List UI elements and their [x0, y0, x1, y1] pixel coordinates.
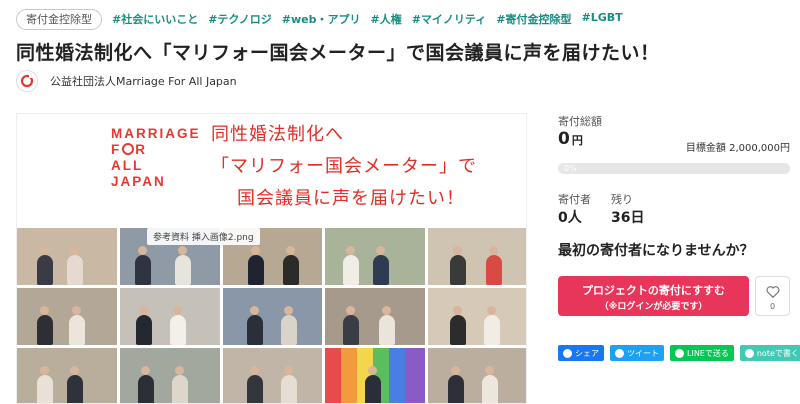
progress-bar: 0%	[558, 163, 790, 174]
donation-sidebar: 寄付総額 0円 目標金額 2,000,000円 0% 寄付者 0人 残り 36日…	[558, 113, 800, 361]
organizer[interactable]: 公益社団法人Marriage For All Japan	[16, 70, 237, 92]
heart-icon	[766, 286, 779, 299]
logo-ring-icon	[122, 143, 135, 155]
note-share-button[interactable]: noteで書く	[739, 345, 800, 361]
line-share-button[interactable]: LINEで送る	[670, 345, 734, 361]
note-icon	[744, 348, 754, 358]
type-badge[interactable]: 寄付金控除型	[16, 8, 102, 30]
photo	[222, 288, 323, 345]
page-title: 同性婚法制化へ「マリフォー国会メーター」で国会議員に声を届けたい！	[16, 42, 660, 64]
goal-amount: 目標金額 2,000,000円	[685, 143, 790, 154]
photo	[119, 288, 220, 345]
total-value: 0	[558, 129, 570, 149]
photo	[325, 228, 426, 285]
org-logo-icon	[16, 70, 38, 92]
facebook-share-button[interactable]: シェア	[558, 345, 604, 361]
photo	[428, 348, 526, 403]
favorite-button[interactable]: 0	[755, 276, 790, 316]
hero-image: MARRIAGE FR ALL JAPAN 同性婚法制化へ 「マリフォー国会メー…	[16, 113, 527, 404]
hero-headline-2: 「マリフォー国会メーター」で	[211, 156, 477, 177]
stats: 寄付者 0人 残り 36日	[558, 191, 644, 227]
tag-link[interactable]: #LGBT	[582, 11, 623, 27]
image-tooltip: 参考資料 挿入画像2.png	[147, 228, 260, 245]
tag-link[interactable]: #web・アプリ	[282, 11, 361, 27]
progress-percent: 0%	[564, 164, 577, 173]
photo-collage	[17, 228, 526, 403]
donate-button[interactable]: プロジェクトの寄付にすすむ （※ログインが必要です）	[558, 276, 749, 316]
tag-link[interactable]: #寄付金控除型	[496, 11, 571, 27]
total-row: 0円 目標金額 2,000,000円	[558, 129, 790, 154]
facebook-icon	[563, 348, 572, 358]
tag-link[interactable]: #人権	[371, 11, 402, 27]
tag-list: #社会にいいこと #テクノロジ #web・アプリ #人権 #マイノリティ #寄付…	[112, 11, 623, 27]
line-icon	[675, 348, 684, 358]
photo	[222, 348, 323, 403]
tag-link[interactable]: #テクノロジ	[208, 11, 272, 27]
favorite-count: 0	[769, 302, 776, 311]
twitter-share-button[interactable]: ツイート	[610, 345, 664, 361]
photo	[17, 348, 117, 403]
photo	[428, 228, 526, 285]
remaining-stat: 残り 36日	[611, 193, 645, 226]
photo	[17, 288, 117, 345]
mfaj-logo: MARRIAGE FR ALL JAPAN	[111, 126, 201, 189]
total-unit: 円	[571, 134, 583, 147]
photo	[428, 288, 526, 345]
photo	[17, 228, 117, 285]
cta-heading: 最初の寄付者になりませんか？	[558, 243, 754, 259]
donors-stat: 寄付者 0人	[558, 193, 591, 226]
share-buttons: シェア ツイート LINEで送る noteで書く	[558, 345, 800, 361]
hero-headline-3: 国会議員に声を届けたい！	[237, 188, 465, 209]
total-label: 寄付総額	[558, 115, 602, 128]
photo	[119, 348, 220, 403]
photo	[325, 288, 426, 345]
twitter-icon	[615, 348, 624, 358]
hero-headline-1: 同性婚法制化へ	[211, 124, 344, 145]
tag-link[interactable]: #マイノリティ	[412, 11, 487, 27]
org-name[interactable]: 公益社団法人Marriage For All Japan	[50, 73, 237, 89]
tag-bar: 寄付金控除型 #社会にいいこと #テクノロジ #web・アプリ #人権 #マイノ…	[16, 8, 623, 30]
tag-link[interactable]: #社会にいいこと	[112, 11, 198, 27]
photo	[325, 348, 426, 403]
